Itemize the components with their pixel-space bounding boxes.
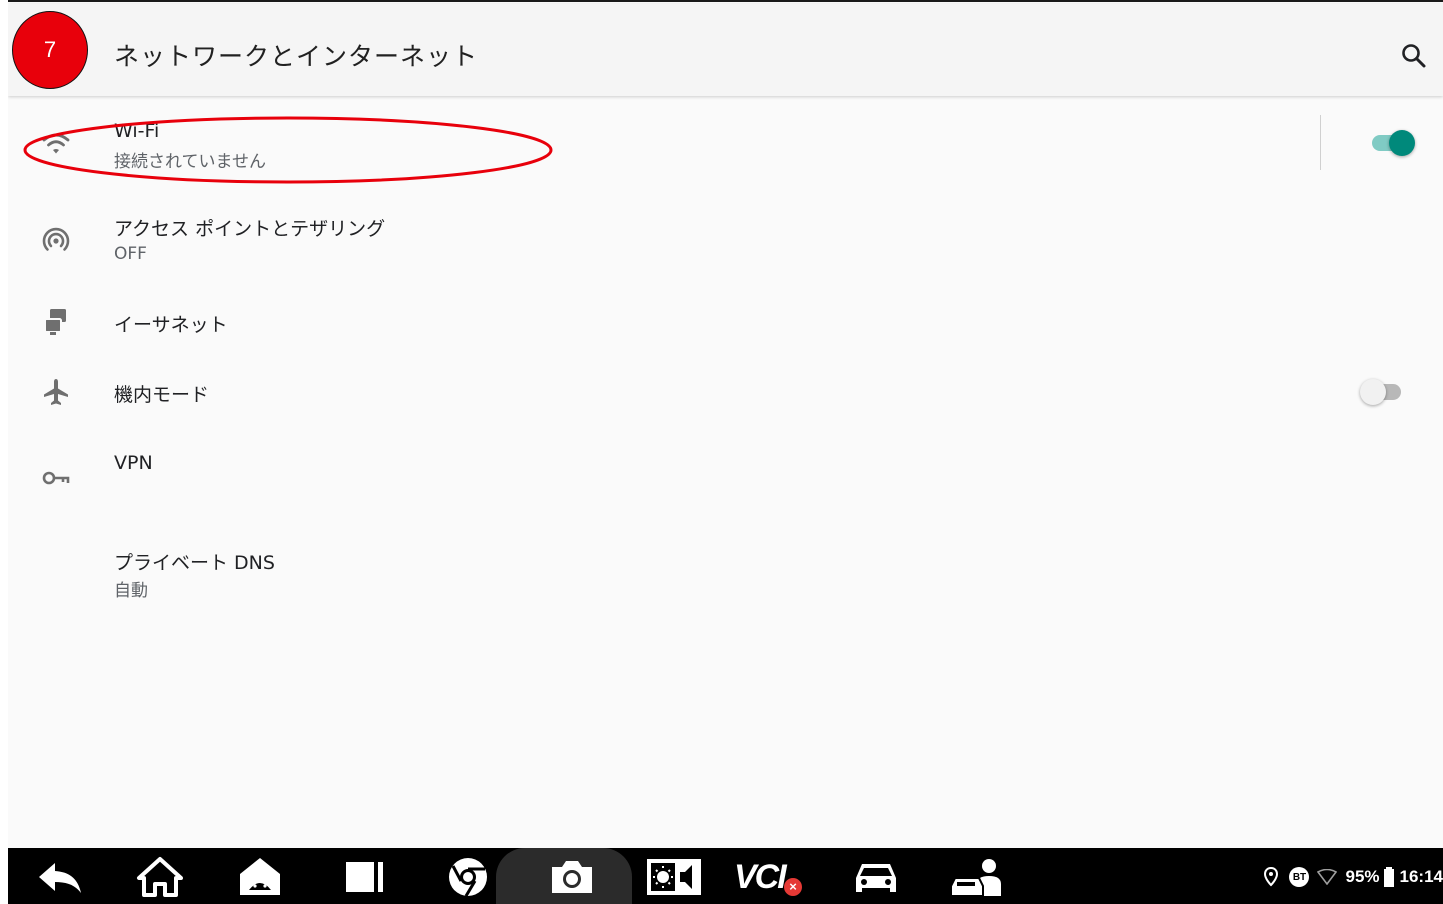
home-icon[interactable]: [130, 854, 190, 900]
back-icon[interactable]: [30, 854, 90, 900]
private-dns-summary: 自動: [114, 581, 148, 601]
wifi-icon: [40, 129, 72, 161]
settings-item-hotspot[interactable]: アクセス ポイントとテザリング OFF: [8, 198, 1443, 288]
wifi-summary: 接続されていません: [114, 152, 266, 172]
wifi-status-icon: [1317, 869, 1338, 885]
settings-item-private-dns[interactable]: プライベート DNS 自動: [8, 532, 1443, 622]
battery-icon: [1383, 867, 1394, 887]
vci-disconnected-icon: ×: [784, 878, 802, 896]
settings-screen: ネットワークとインターネット Wi-Fi 接続されていません アクセス ポイント…: [8, 0, 1443, 904]
hotspot-icon: [40, 224, 72, 256]
location-icon: [1264, 867, 1279, 887]
page-title: ネットワークとインターネット: [114, 42, 479, 71]
step-number-badge: 7: [12, 11, 88, 89]
ethernet-title: イーサネット: [114, 314, 228, 336]
airplane-title: 機内モード: [114, 384, 210, 406]
bluetooth-icon: BT: [1289, 867, 1310, 887]
android-home-icon[interactable]: [230, 854, 290, 900]
status-clock: 16:14: [1399, 867, 1443, 886]
airplane-toggle[interactable]: [1360, 379, 1401, 405]
brightness-volume-icon[interactable]: [644, 854, 704, 900]
settings-item-ethernet[interactable]: イーサネット: [8, 292, 1443, 354]
remote-expert-icon[interactable]: [948, 854, 1008, 900]
wifi-divider: [1320, 115, 1321, 170]
settings-item-wifi[interactable]: Wi-Fi 接続されていません: [8, 102, 1443, 188]
recents-icon[interactable]: [334, 854, 394, 900]
step-number: 7: [43, 37, 57, 62]
private-dns-title: プライベート DNS: [114, 552, 275, 574]
browser-icon[interactable]: [438, 854, 498, 900]
settings-item-vpn[interactable]: VPN: [8, 434, 1443, 522]
wifi-title: Wi-Fi: [114, 120, 160, 142]
search-icon[interactable]: [1399, 41, 1429, 71]
system-nav-bar: VCI × BT 95% 16:14: [8, 848, 1443, 904]
car-icon[interactable]: [846, 854, 906, 900]
app-bar: ネットワークとインターネット: [8, 4, 1443, 96]
airplane-icon: [40, 376, 72, 408]
hotspot-title: アクセス ポイントとテザリング: [114, 218, 386, 240]
status-bar: BT 95% 16:14: [1263, 848, 1443, 904]
vpn-title: VPN: [114, 452, 153, 474]
ethernet-icon: [40, 306, 72, 338]
battery-percent: 95%: [1345, 867, 1380, 886]
vpn-key-icon: [40, 462, 72, 494]
hotspot-summary: OFF: [114, 244, 147, 264]
wifi-toggle[interactable]: [1372, 130, 1415, 156]
vci-label[interactable]: VCI: [734, 858, 787, 897]
camera-icon[interactable]: [542, 854, 602, 900]
settings-item-airplane[interactable]: 機内モード: [8, 360, 1443, 426]
